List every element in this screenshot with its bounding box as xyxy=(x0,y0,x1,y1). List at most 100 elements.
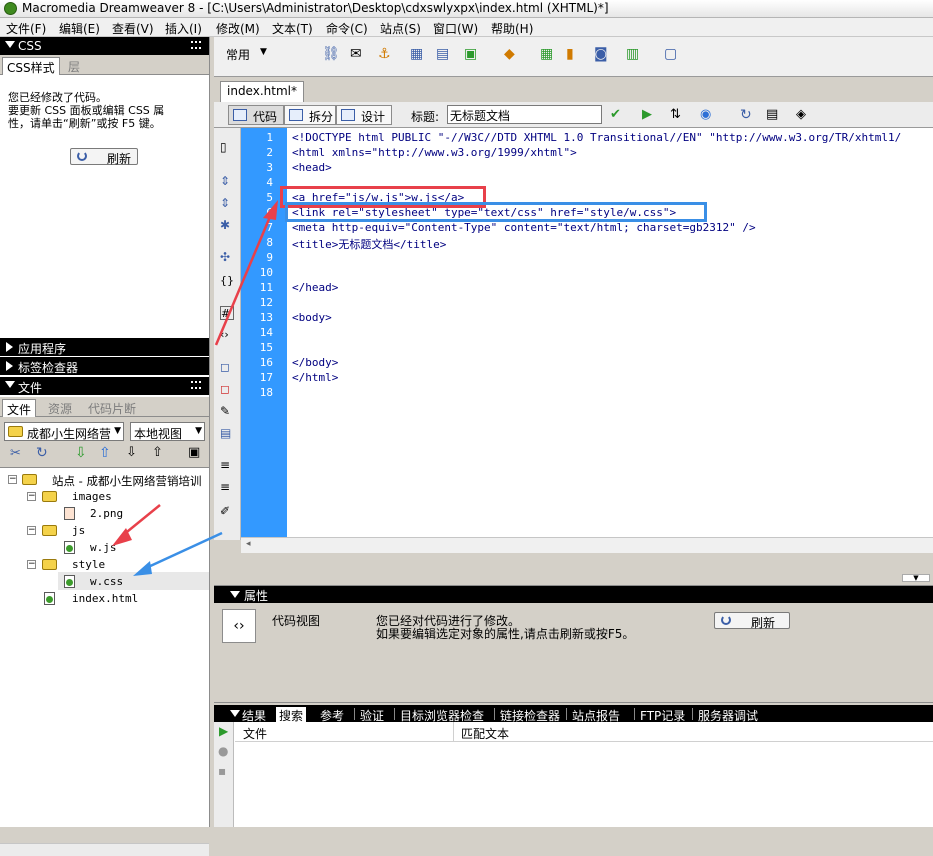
collapse-arrow-icon[interactable] xyxy=(230,710,240,717)
collapse-full-tag-icon[interactable]: ⇕ xyxy=(220,174,234,188)
save-report-icon[interactable]: ▪ xyxy=(218,764,226,778)
preview-browser-icon[interactable]: ◉ xyxy=(700,107,718,123)
properties-panel-header[interactable]: 属性 xyxy=(214,586,933,603)
menu-file[interactable]: 文件(F) xyxy=(6,20,46,37)
named-anchor-icon[interactable]: ⚓ xyxy=(378,46,396,62)
tree-file-css[interactable]: w.css xyxy=(90,575,123,591)
image-icon[interactable]: ▣ xyxy=(464,46,482,62)
indent-code-icon[interactable]: ≡ xyxy=(220,458,234,472)
connect-icon[interactable]: ✂ xyxy=(10,446,21,461)
collapse-panels-icon[interactable]: ▼ xyxy=(902,574,930,582)
code-line[interactable]: </body> xyxy=(292,356,338,369)
file-tree-hscroll[interactable] xyxy=(0,843,209,856)
menu-view[interactable]: 查看(V) xyxy=(112,20,154,37)
panel-options-icon[interactable] xyxy=(191,41,201,49)
column-divider[interactable] xyxy=(453,722,454,742)
template-icon[interactable]: ▥ xyxy=(626,46,644,62)
tag-inspector-panel-header[interactable]: 标签检查器 xyxy=(0,357,209,375)
recent-snippets-icon[interactable]: ▤ xyxy=(220,426,234,440)
format-source-icon[interactable]: ✐ xyxy=(220,504,234,518)
css-refresh-button[interactable]: 刷新 xyxy=(70,148,138,166)
design-view-button[interactable]: 设计 xyxy=(336,105,392,125)
code-view-button[interactable]: 代码 xyxy=(228,105,284,125)
tree-site-root[interactable]: 站点 - 成都小生网络营销培训 xyxy=(52,473,201,489)
validate-icon[interactable]: ▶ xyxy=(642,107,660,123)
code-line[interactable]: <body> xyxy=(292,311,332,324)
play-icon[interactable]: ▶ xyxy=(219,724,228,738)
tab-layers[interactable]: 层 xyxy=(64,57,84,75)
tree-file-index[interactable]: index.html xyxy=(72,592,138,608)
browser-check-icon[interactable]: ✔ xyxy=(610,107,628,123)
menu-edit[interactable]: 编辑(E) xyxy=(59,20,100,37)
hyperlink-icon[interactable]: ⛓ xyxy=(322,46,340,62)
menu-window[interactable]: 窗口(W) xyxy=(433,20,478,37)
code-line[interactable]: <title>无标题文档</title> xyxy=(292,236,446,252)
code-line[interactable]: <head> xyxy=(292,161,332,174)
css-panel-header[interactable]: CSS xyxy=(0,37,209,55)
menu-text[interactable]: 文本(T) xyxy=(272,20,313,37)
media-icon[interactable]: ◆ xyxy=(504,46,522,62)
document-title-input[interactable]: 无标题文档 xyxy=(447,105,602,124)
remove-comment-icon[interactable]: ◻ xyxy=(220,382,234,396)
tab-index-html[interactable]: index.html* xyxy=(220,81,304,102)
split-view-button[interactable]: 拆分 xyxy=(284,105,336,125)
comment-icon[interactable]: ◙ xyxy=(594,46,612,62)
tab-snippets[interactable]: 代码片断 xyxy=(84,399,140,417)
collapse-selection-icon[interactable]: ⇕ xyxy=(220,196,234,210)
open-documents-icon[interactable]: ▯ xyxy=(220,140,234,154)
column-file[interactable]: 文件 xyxy=(243,725,267,742)
code-line[interactable]: <!DOCTYPE html PUBLIC "-//W3C//DTD XHTML… xyxy=(292,131,901,144)
tab-css-styles[interactable]: CSS样式 xyxy=(2,57,60,75)
collapse-toggle-icon[interactable]: − xyxy=(27,492,36,501)
outdent-code-icon[interactable]: ≡ xyxy=(220,480,234,494)
menu-help[interactable]: 帮助(H) xyxy=(491,20,533,37)
tree-file-js[interactable]: w.js xyxy=(90,541,117,557)
tree-folder-js[interactable]: js xyxy=(72,524,85,540)
line-numbers-icon[interactable]: # xyxy=(220,306,234,320)
wrap-tag-icon[interactable]: ✎ xyxy=(220,404,234,418)
scroll-left-icon[interactable]: ◂ xyxy=(246,539,251,549)
table-icon[interactable]: ▦ xyxy=(410,46,428,62)
view-options-icon[interactable]: ▤ xyxy=(766,107,784,123)
check-out-icon[interactable]: ⇩ xyxy=(126,445,137,460)
expand-panel-icon[interactable]: ▣ xyxy=(188,445,200,460)
collapse-toggle-icon[interactable]: − xyxy=(27,560,36,569)
refresh-design-icon[interactable]: ↻ xyxy=(740,107,758,123)
menu-modify[interactable]: 修改(M) xyxy=(216,20,260,37)
properties-refresh-button[interactable]: 刷新 xyxy=(714,612,790,630)
panel-options-icon[interactable] xyxy=(191,381,201,389)
expand-all-icon[interactable]: ✱ xyxy=(220,218,234,232)
tag-chooser-icon[interactable]: ▢ xyxy=(664,46,682,62)
files-panel-header[interactable]: 文件 xyxy=(0,377,209,395)
balance-braces-icon[interactable]: {} xyxy=(220,274,234,288)
highlight-invalid-icon[interactable]: ‹› xyxy=(220,328,234,342)
server-include-icon[interactable]: ▮ xyxy=(566,46,584,62)
site-select[interactable]: 成都小生网络营 ▼ xyxy=(4,422,124,441)
tab-assets[interactable]: 资源 xyxy=(44,399,76,417)
check-in-icon[interactable]: ⇧ xyxy=(152,445,163,460)
menu-commands[interactable]: 命令(C) xyxy=(326,20,368,37)
code-line[interactable]: <meta http-equiv="Content-Type" content=… xyxy=(292,221,756,234)
menu-insert[interactable]: 插入(I) xyxy=(165,20,202,37)
select-parent-tag-icon[interactable]: ✣ xyxy=(220,250,234,264)
code-line[interactable]: </head> xyxy=(292,281,338,294)
column-matched-text[interactable]: 匹配文本 xyxy=(461,725,509,742)
put-files-icon[interactable]: ⇧ xyxy=(99,445,111,461)
code-hscroll[interactable]: ◂ xyxy=(241,537,933,553)
email-link-icon[interactable]: ✉ xyxy=(350,46,368,62)
tree-file-png[interactable]: 2.png xyxy=(90,507,123,523)
collapse-toggle-icon[interactable]: − xyxy=(27,526,36,535)
code-line[interactable]: </html> xyxy=(292,371,338,384)
tab-files[interactable]: 文件 xyxy=(2,399,37,417)
file-management-icon[interactable]: ⇅ xyxy=(670,107,688,123)
apply-comment-icon[interactable]: ◻ xyxy=(220,360,234,374)
applications-panel-header[interactable]: 应用程序 xyxy=(0,338,209,356)
view-select[interactable]: 本地视图 ▼ xyxy=(130,422,205,441)
menu-site[interactable]: 站点(S) xyxy=(380,20,421,37)
get-files-icon[interactable]: ⇩ xyxy=(75,445,87,461)
insert-category-select[interactable]: 常用 xyxy=(226,46,250,63)
layer-icon[interactable]: ▤ xyxy=(436,46,454,62)
stop-icon[interactable]: ● xyxy=(218,744,228,758)
collapse-toggle-icon[interactable]: − xyxy=(8,475,17,484)
refresh-files-icon[interactable]: ↻ xyxy=(36,445,48,461)
